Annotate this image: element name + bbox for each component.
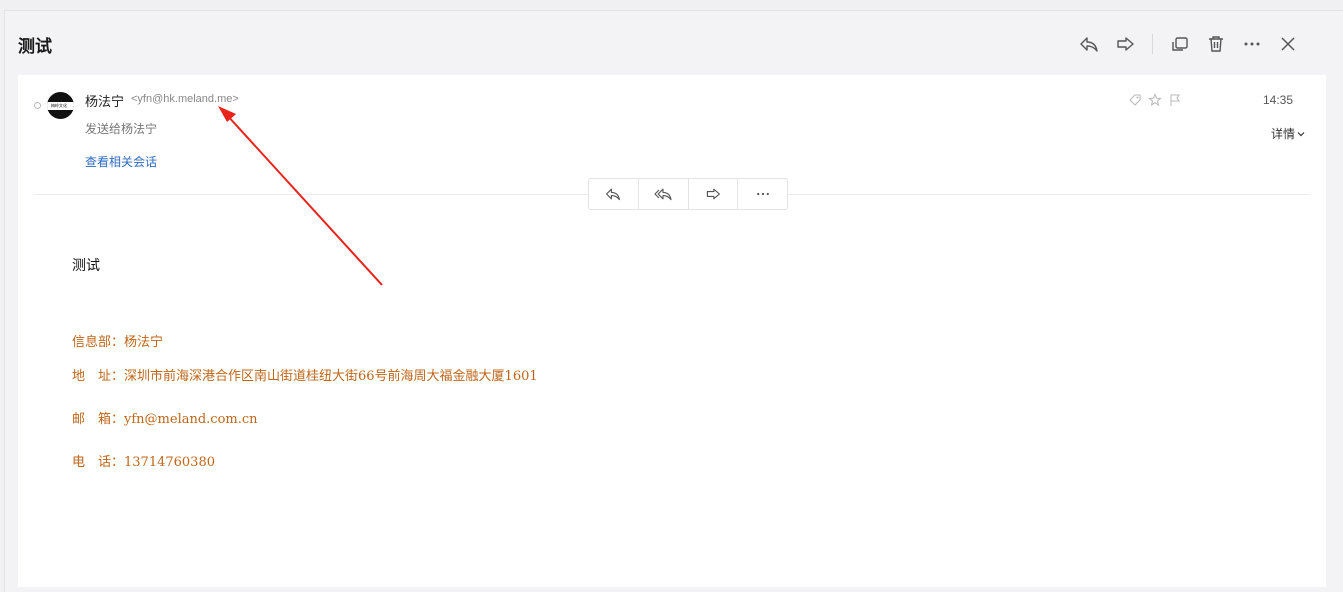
new-window-icon bbox=[1172, 37, 1188, 51]
tag-button[interactable] bbox=[1128, 93, 1142, 112]
quick-more-button[interactable] bbox=[738, 179, 787, 209]
mail-toolbar bbox=[1068, 31, 1303, 57]
signature-email: 邮 箱：yfn@meland.com.cn bbox=[72, 408, 258, 427]
signature-label: 信息部： bbox=[72, 335, 125, 350]
message-card: 梅岭文化 杨法宁 <yfn@hk.meland.me> 发送给杨法宁 查看相关会… bbox=[18, 75, 1326, 587]
message-meta-icons bbox=[1128, 93, 1188, 112]
more-button[interactable] bbox=[1237, 31, 1267, 57]
select-radio[interactable] bbox=[34, 102, 41, 109]
flag-icon bbox=[1170, 94, 1181, 106]
quick-actions bbox=[588, 178, 788, 210]
details-label: 详情 bbox=[1271, 127, 1296, 141]
signature-address: 地 址：深圳市前海深港合作区南山街道桂纽大街66号前海周大福金融大厦1601 bbox=[72, 365, 538, 384]
chevron-down-icon bbox=[1297, 132, 1305, 137]
signature-label: 地 址： bbox=[72, 369, 125, 384]
signature-dept: 信息部：杨法宁 bbox=[72, 331, 163, 350]
signature-label: 邮 箱： bbox=[72, 412, 125, 427]
reply-button[interactable] bbox=[1074, 31, 1104, 57]
forward-button[interactable] bbox=[1110, 31, 1140, 57]
message-time: 14:35 bbox=[1263, 93, 1294, 107]
flag-button[interactable] bbox=[1168, 93, 1182, 112]
mail-subject: 测试 bbox=[18, 37, 52, 56]
close-button[interactable] bbox=[1273, 31, 1303, 57]
mail-reader-pane: 测试 梅岭文化 杨法宁 <yfn@hk.meland.me> 发送给杨法宁 查看… bbox=[4, 10, 1343, 592]
quick-reply-all-button[interactable] bbox=[639, 179, 689, 209]
sender-email[interactable]: <yfn@hk.meland.me> bbox=[131, 93, 239, 105]
toolbar-divider bbox=[1152, 34, 1153, 54]
related-conversation-link[interactable]: 查看相关会话 bbox=[85, 153, 157, 170]
quick-reply-button[interactable] bbox=[589, 179, 639, 209]
forward-icon bbox=[706, 188, 720, 200]
message-body: 测试 bbox=[72, 257, 100, 273]
signature-label: 电 话： bbox=[72, 455, 125, 470]
details-toggle[interactable]: 详情 bbox=[1271, 125, 1305, 142]
delete-icon bbox=[1209, 36, 1223, 52]
open-new-window-button[interactable] bbox=[1165, 31, 1195, 57]
star-button[interactable] bbox=[1148, 93, 1162, 112]
reply-icon bbox=[1080, 37, 1098, 52]
delete-button[interactable] bbox=[1201, 31, 1231, 57]
recipient-line: 发送给杨法宁 bbox=[85, 122, 158, 136]
signature-value: 杨法宁 bbox=[124, 335, 164, 350]
close-icon bbox=[1281, 37, 1295, 51]
sender-name[interactable]: 杨法宁 bbox=[85, 91, 124, 110]
more-icon bbox=[756, 192, 769, 196]
quick-forward-button[interactable] bbox=[689, 179, 739, 209]
signature-value: 深圳市前海深港合作区南山街道桂纽大街66号前海周大福金融大厦1601 bbox=[124, 369, 538, 384]
forward-icon bbox=[1117, 37, 1134, 51]
signature-phone: 电 话：13714760380 bbox=[72, 451, 215, 470]
star-icon bbox=[1148, 93, 1162, 107]
more-icon bbox=[1244, 42, 1260, 46]
reply-all-icon bbox=[654, 188, 672, 201]
reply-icon bbox=[606, 188, 621, 201]
signature-value: 13714760380 bbox=[124, 455, 215, 470]
avatar-text: 梅岭文化 bbox=[51, 103, 67, 108]
tag-icon bbox=[1129, 94, 1141, 106]
signature-value: yfn@meland.com.cn bbox=[124, 412, 258, 427]
mail-header: 测试 bbox=[5, 11, 1343, 75]
avatar[interactable]: 梅岭文化 bbox=[47, 92, 74, 119]
